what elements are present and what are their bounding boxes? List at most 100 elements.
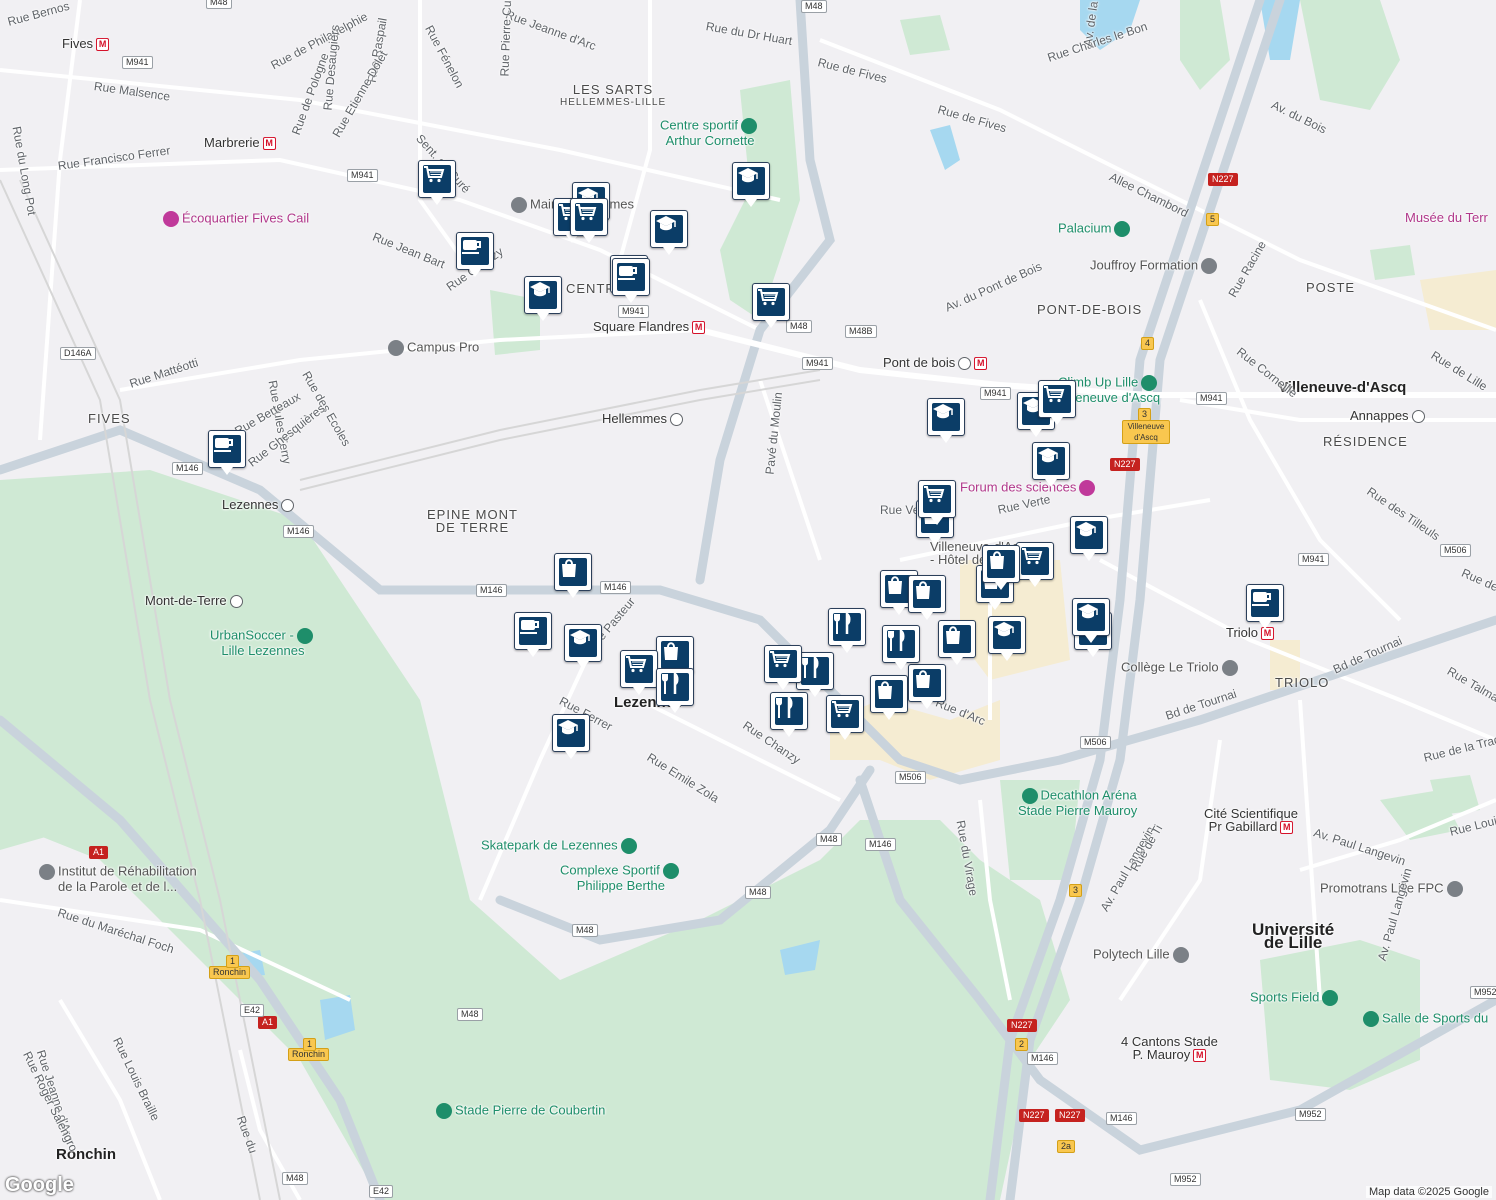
map-marker-cart[interactable] bbox=[826, 695, 864, 740]
school-icon bbox=[1075, 521, 1103, 549]
cart-icon bbox=[923, 485, 951, 513]
school-icon bbox=[388, 340, 404, 356]
poi-decathlon-arena[interactable]: Decathlon Aréna Stade Pierre Mauroy bbox=[1018, 788, 1137, 817]
poi-musee[interactable]: Musée du Terr bbox=[1405, 211, 1488, 224]
poi-institut-rehabilitation[interactable]: Institut de Réhabilitation de la Parole e… bbox=[36, 864, 197, 893]
map-marker-cafe[interactable] bbox=[208, 430, 246, 475]
map-marker-cart[interactable] bbox=[620, 650, 658, 695]
map-marker-school[interactable] bbox=[732, 162, 770, 207]
poi-sports-field[interactable]: Sports Field bbox=[1250, 990, 1341, 1006]
town-universite-de-lille: Université de Lille bbox=[1252, 920, 1335, 952]
map-marker-cafe[interactable] bbox=[456, 232, 494, 277]
map-marker-bag[interactable] bbox=[554, 553, 592, 598]
map-marker-cart[interactable] bbox=[764, 645, 802, 690]
station-marbrerie[interactable]: Marbrerie M bbox=[204, 136, 276, 151]
cart-icon bbox=[1043, 385, 1071, 413]
map-marker-cart[interactable] bbox=[1038, 380, 1076, 425]
sports-icon bbox=[741, 118, 758, 134]
poi-forum-des-sciences[interactable]: Forum des sciences bbox=[960, 480, 1098, 496]
road-shield: M941 bbox=[347, 169, 378, 182]
poi-palacium[interactable]: Palacium bbox=[1058, 221, 1133, 237]
exit-sign: 1 bbox=[226, 955, 240, 968]
poi-urbansoccer[interactable]: UrbanSoccer - Lille Lezennes bbox=[210, 628, 316, 657]
school-icon bbox=[1446, 881, 1463, 897]
station-hellemmes[interactable]: Hellemmes bbox=[602, 412, 684, 427]
map-marker-bag[interactable] bbox=[908, 664, 946, 709]
map-marker-cafe[interactable] bbox=[514, 612, 552, 657]
road-shield: M48 bbox=[786, 320, 812, 333]
map-marker-cart[interactable] bbox=[752, 283, 790, 328]
school-icon bbox=[557, 719, 585, 747]
station-4-cantons[interactable]: 4 Cantons Stade P. Mauroy M bbox=[1121, 1035, 1218, 1063]
google-logo: Google bbox=[5, 1174, 74, 1196]
sports-icon bbox=[1114, 221, 1131, 237]
road-shield: M48 bbox=[457, 1008, 483, 1021]
road-shield: M48 bbox=[745, 886, 771, 899]
map-marker-school[interactable] bbox=[1032, 442, 1070, 487]
station-pont-de-bois[interactable]: Pont de bois M bbox=[883, 356, 988, 371]
poi-salle-de-sports[interactable]: Salle de Sports du bbox=[1360, 1011, 1488, 1027]
map-marker-food[interactable] bbox=[656, 668, 694, 713]
map-marker-bag[interactable] bbox=[982, 545, 1020, 590]
map-marker-cart[interactable] bbox=[1016, 542, 1054, 587]
map-marker-bag[interactable] bbox=[938, 620, 976, 665]
poi-complexe-sportif[interactable]: Complexe Sportif Philippe Berthe bbox=[560, 863, 682, 892]
map-marker-school[interactable] bbox=[988, 616, 1026, 661]
road-shield: M48 bbox=[572, 924, 598, 937]
station-annappes[interactable]: Annappes bbox=[1350, 409, 1425, 424]
map-marker-school[interactable] bbox=[552, 714, 590, 759]
map-marker-food[interactable] bbox=[882, 625, 920, 670]
map-marker-school[interactable] bbox=[650, 210, 688, 255]
school-icon bbox=[1172, 947, 1189, 963]
sports-icon bbox=[1141, 375, 1158, 391]
station-lezennes[interactable]: Lezennes bbox=[222, 498, 295, 513]
map-marker-cafe[interactable] bbox=[612, 258, 650, 303]
station-fives[interactable]: Fives M bbox=[62, 37, 110, 52]
road-shield: N227 bbox=[1055, 1109, 1085, 1122]
map-marker-school[interactable] bbox=[1072, 598, 1110, 643]
map-marker-bag[interactable] bbox=[908, 575, 946, 620]
map-marker-school[interactable] bbox=[927, 398, 965, 443]
map-canvas[interactable]: LES SARTS HELLEMMES-LILLE FIVES EPINE MON… bbox=[0, 0, 1496, 1200]
map-marker-cart[interactable] bbox=[418, 160, 456, 205]
map-marker-cafe[interactable] bbox=[1246, 584, 1284, 629]
food-icon bbox=[887, 630, 915, 658]
cafe-icon bbox=[1251, 589, 1279, 617]
poi-skatepark[interactable]: Skatepark de Lezennes bbox=[481, 838, 640, 854]
school-icon bbox=[1221, 660, 1238, 676]
poi-ecoquartier-fives-cail[interactable]: Écoquartier Fives Cail bbox=[160, 211, 309, 227]
road-shield: M48 bbox=[801, 0, 827, 13]
road-shield: M952 bbox=[1170, 1173, 1201, 1186]
map-marker-food[interactable] bbox=[828, 608, 866, 653]
cafe-icon bbox=[617, 263, 645, 291]
map-marker-cart[interactable] bbox=[570, 198, 608, 243]
road-shield: M941 bbox=[122, 56, 153, 69]
area-poste: POSTE bbox=[1306, 280, 1356, 295]
map-marker-school[interactable] bbox=[1070, 516, 1108, 561]
station-cite-scientifique[interactable]: Cité Scientifique Pr Gabillard M bbox=[1204, 807, 1298, 835]
station-square-flandres[interactable]: Square Flandres M bbox=[593, 320, 706, 335]
road-shield: M146 bbox=[1106, 1112, 1137, 1125]
poi-jouffroy-formation[interactable]: Jouffroy Formation bbox=[1090, 258, 1220, 274]
poi-centre-sportif-arthur-cornette[interactable]: Centre sportif Arthur Cornette bbox=[660, 118, 760, 147]
exit-sign: 1 bbox=[303, 1038, 317, 1051]
map-marker-food[interactable] bbox=[770, 692, 808, 737]
poi-stade-pierre-de-coubertin[interactable]: Stade Pierre de Coubertin bbox=[433, 1103, 605, 1119]
poi-polytech-lille[interactable]: Polytech Lille bbox=[1093, 947, 1192, 963]
road-shield: M506 bbox=[895, 771, 926, 784]
map-marker-school[interactable] bbox=[524, 276, 562, 321]
map-marker-bag[interactable] bbox=[870, 675, 908, 720]
train-icon bbox=[670, 413, 684, 427]
poi-campus-pro[interactable]: Campus Pro bbox=[385, 340, 479, 356]
school-icon bbox=[932, 403, 960, 431]
map-marker-cart[interactable] bbox=[918, 480, 956, 525]
school-icon bbox=[1077, 603, 1105, 631]
map-marker-school[interactable] bbox=[564, 624, 602, 669]
bag-icon bbox=[913, 669, 941, 697]
poi-college-le-triolo[interactable]: Collège Le Triolo bbox=[1121, 660, 1241, 676]
station-mont-de-terre[interactable]: Mont-de-Terre bbox=[145, 594, 243, 609]
area-epine-mont-de-terre: EPINE MONT DE TERRE bbox=[427, 507, 518, 535]
map-attribution: Map data ©2025 Google bbox=[1365, 1186, 1492, 1198]
stadium-icon bbox=[1021, 788, 1038, 804]
sports-icon bbox=[620, 838, 637, 854]
